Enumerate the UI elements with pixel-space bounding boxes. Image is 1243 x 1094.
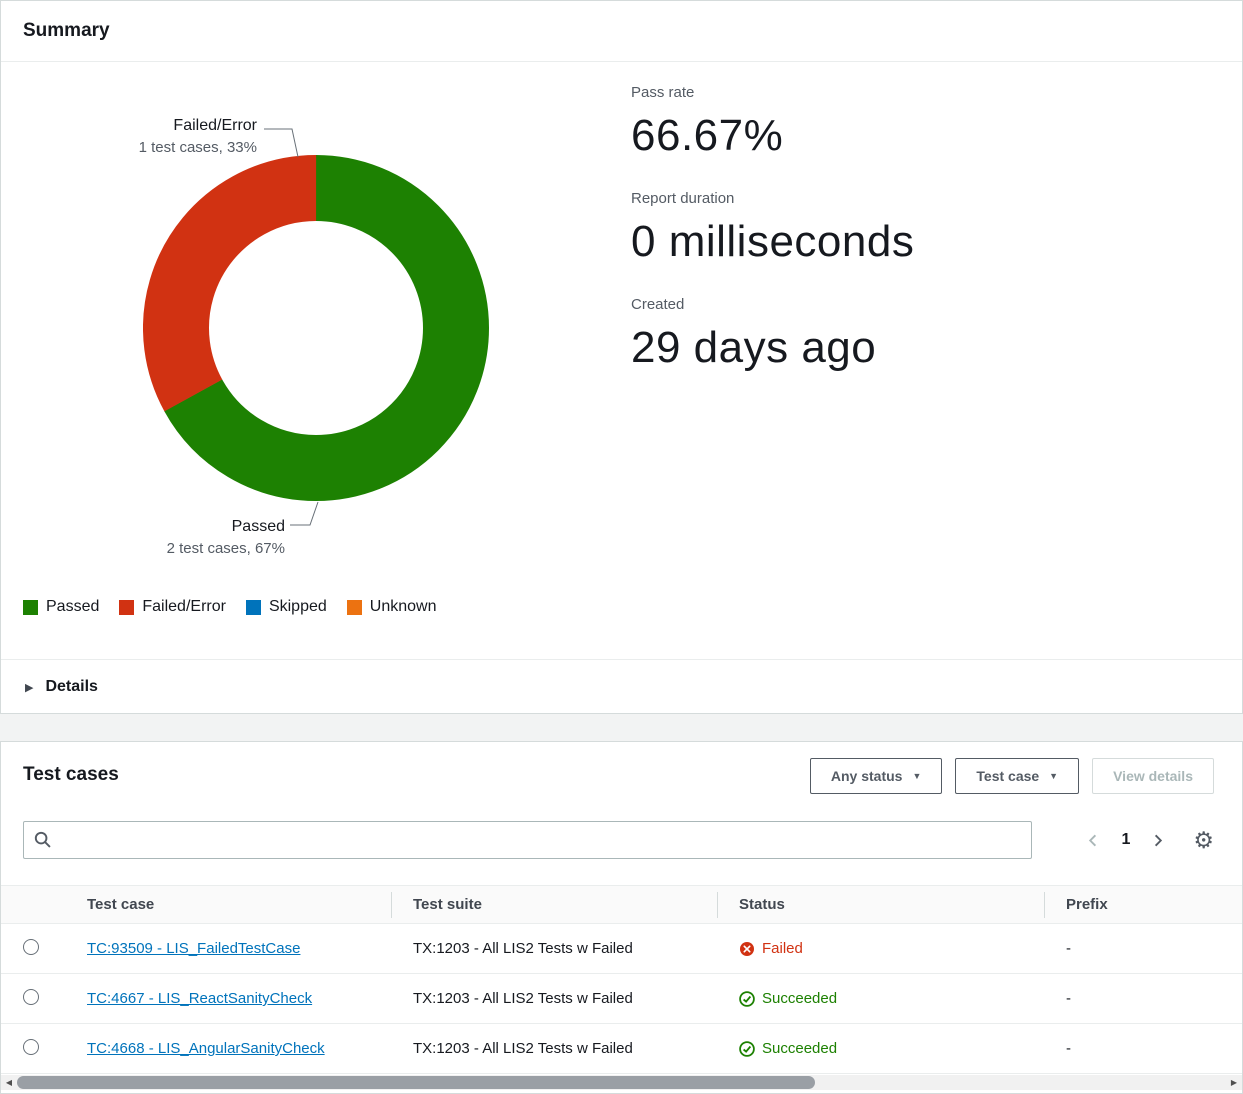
annotation-failed-label: Failed/Error bbox=[1, 115, 257, 137]
test-cases-title: Test cases bbox=[23, 764, 119, 786]
scrollbar-track[interactable] bbox=[17, 1075, 1226, 1090]
legend-swatch bbox=[246, 600, 261, 615]
summary-stats: Pass rate 66.67% Report duration 0 milli… bbox=[631, 83, 914, 401]
succeeded-status-icon bbox=[739, 991, 755, 1007]
test-case-cell: TC:4668 - LIS_AngularSanityCheck bbox=[65, 1040, 391, 1057]
test-case-cell: TC:4667 - LIS_ReactSanityCheck bbox=[65, 990, 391, 1007]
legend-item-skipped: Skipped bbox=[246, 598, 327, 616]
status-cell: Succeeded bbox=[717, 990, 1044, 1007]
prefix-cell: - bbox=[1044, 1040, 1242, 1057]
summary-body: Failed/Error 1 test cases, 33% Passed 2 … bbox=[1, 62, 1242, 653]
column-header-prefix: Prefix bbox=[1044, 896, 1242, 913]
group-by-dropdown[interactable]: Test case ▼ bbox=[955, 758, 1079, 794]
column-header-status: Status bbox=[717, 896, 1044, 913]
created-value: 29 days ago bbox=[631, 321, 914, 375]
legend-label: Failed/Error bbox=[142, 598, 226, 616]
row-selection-cell bbox=[1, 939, 65, 959]
row-radio-button[interactable] bbox=[23, 939, 39, 955]
pass-rate-donut-chart: Failed/Error 1 test cases, 33% Passed 2 … bbox=[1, 62, 641, 653]
column-header-test-suite: Test suite bbox=[391, 896, 717, 913]
section-divider bbox=[0, 714, 1243, 741]
annotation-failed-error: Failed/Error 1 test cases, 33% bbox=[1, 115, 257, 158]
test-cases-table: Test case Test suite Status Prefix TC:93… bbox=[1, 885, 1242, 1074]
annotation-passed: Passed 2 test cases, 67% bbox=[1, 516, 285, 559]
stat-report-duration: Report duration 0 milliseconds bbox=[631, 189, 914, 269]
table-row: TC:93509 - LIS_FailedTestCase TX:1203 - … bbox=[1, 924, 1242, 974]
stat-pass-rate: Pass rate 66.67% bbox=[631, 83, 914, 163]
table-header-row: Test case Test suite Status Prefix bbox=[1, 885, 1242, 924]
status-text: Succeeded bbox=[762, 1040, 837, 1057]
caret-down-icon: ▼ bbox=[1049, 772, 1058, 781]
row-radio-button[interactable] bbox=[23, 989, 39, 1005]
report-duration-label: Report duration bbox=[631, 189, 914, 209]
scroll-left-arrow[interactable]: ◀ bbox=[1, 1075, 17, 1090]
horizontal-scrollbar[interactable]: ◀ ▶ bbox=[1, 1075, 1242, 1090]
summary-panel: Summary Failed/Error 1 test cases, 33% P… bbox=[0, 0, 1243, 714]
previous-page-button[interactable] bbox=[1084, 831, 1103, 850]
expand-caret-icon: ▶ bbox=[25, 681, 33, 694]
next-page-button[interactable] bbox=[1148, 831, 1167, 850]
table-row: TC:4668 - LIS_AngularSanityCheck TX:1203… bbox=[1, 1024, 1242, 1074]
row-selection-cell bbox=[1, 989, 65, 1009]
test-suite-cell: TX:1203 - All LIS2 Tests w Failed bbox=[391, 990, 717, 1007]
test-cases-panel: Test cases Any status ▼ Test case ▼ View… bbox=[0, 741, 1243, 1094]
status-text: Failed bbox=[762, 940, 803, 957]
search-icon bbox=[34, 831, 51, 853]
annotation-passed-sublabel: 2 test cases, 67% bbox=[1, 538, 285, 559]
settings-gear-icon[interactable]: ⚙ bbox=[1193, 829, 1214, 852]
row-selection-cell bbox=[1, 1039, 65, 1059]
legend-label: Skipped bbox=[269, 598, 327, 616]
legend-label: Unknown bbox=[370, 598, 437, 616]
view-details-button[interactable]: View details bbox=[1092, 758, 1214, 794]
test-case-link[interactable]: TC:4668 - LIS_AngularSanityCheck bbox=[87, 1040, 325, 1057]
search-row: 1 ⚙ bbox=[23, 821, 1214, 859]
legend-swatch bbox=[119, 600, 134, 615]
test-cases-actions: Any status ▼ Test case ▼ View details bbox=[810, 758, 1214, 794]
pagination: 1 bbox=[1084, 831, 1167, 850]
caret-down-icon: ▼ bbox=[912, 772, 921, 781]
scrollbar-thumb[interactable] bbox=[17, 1076, 815, 1089]
prefix-cell: - bbox=[1044, 940, 1242, 957]
search-field bbox=[23, 821, 1032, 859]
chart-legend: Passed Failed/Error Skipped Unknown bbox=[23, 598, 436, 616]
donut-chart-svg bbox=[143, 155, 489, 501]
test-case-link[interactable]: TC:93509 - LIS_FailedTestCase bbox=[87, 940, 300, 957]
legend-item-failed-error: Failed/Error bbox=[119, 598, 226, 616]
legend-swatch bbox=[347, 600, 362, 615]
group-by-label: Test case bbox=[976, 768, 1039, 784]
current-page[interactable]: 1 bbox=[1119, 831, 1132, 849]
status-cell: Succeeded bbox=[717, 1040, 1044, 1057]
annotation-failed-sublabel: 1 test cases, 33% bbox=[1, 137, 257, 158]
failed-status-icon bbox=[739, 941, 755, 957]
status-text: Succeeded bbox=[762, 990, 837, 1007]
summary-title: Summary bbox=[1, 1, 1242, 62]
table-row: TC:4667 - LIS_ReactSanityCheck TX:1203 -… bbox=[1, 974, 1242, 1024]
pass-rate-label: Pass rate bbox=[631, 83, 914, 103]
legend-item-passed: Passed bbox=[23, 598, 99, 616]
pass-rate-value: 66.67% bbox=[631, 109, 914, 163]
created-label: Created bbox=[631, 295, 914, 315]
status-filter-dropdown[interactable]: Any status ▼ bbox=[810, 758, 943, 794]
scroll-right-arrow[interactable]: ▶ bbox=[1226, 1075, 1242, 1090]
prefix-cell: - bbox=[1044, 990, 1242, 1007]
legend-label: Passed bbox=[46, 598, 99, 616]
test-case-link[interactable]: TC:4667 - LIS_ReactSanityCheck bbox=[87, 990, 312, 1007]
status-cell: Failed bbox=[717, 940, 1044, 957]
test-suite-cell: TX:1203 - All LIS2 Tests w Failed bbox=[391, 1040, 717, 1057]
stat-created: Created 29 days ago bbox=[631, 295, 914, 375]
details-expander[interactable]: ▶ Details bbox=[1, 659, 1242, 714]
status-filter-label: Any status bbox=[831, 768, 903, 784]
succeeded-status-icon bbox=[739, 1041, 755, 1057]
details-label: Details bbox=[45, 678, 97, 696]
legend-swatch bbox=[23, 600, 38, 615]
search-input[interactable] bbox=[23, 821, 1032, 859]
test-suite-cell: TX:1203 - All LIS2 Tests w Failed bbox=[391, 940, 717, 957]
annotation-passed-label: Passed bbox=[1, 516, 285, 538]
report-duration-value: 0 milliseconds bbox=[631, 215, 914, 269]
legend-item-unknown: Unknown bbox=[347, 598, 437, 616]
test-case-cell: TC:93509 - LIS_FailedTestCase bbox=[65, 940, 391, 957]
table-body: TC:93509 - LIS_FailedTestCase TX:1203 - … bbox=[1, 924, 1242, 1074]
row-radio-button[interactable] bbox=[23, 1039, 39, 1055]
column-header-test-case: Test case bbox=[65, 896, 391, 913]
